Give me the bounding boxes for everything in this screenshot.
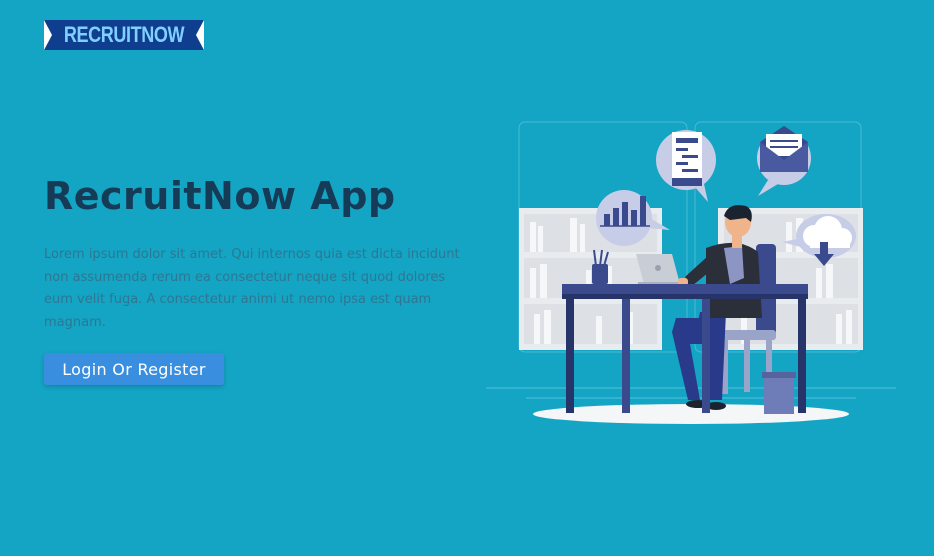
login-register-button[interactable]: Login Or Register	[44, 353, 224, 385]
brand-logo-text: RECRUITNOW	[63, 22, 185, 47]
chat-bubble-icon	[656, 130, 716, 202]
page-title: RecruitNow App	[44, 174, 396, 218]
hero-description: Lorem ipsum dolor sit amet. Qui internos…	[44, 247, 460, 330]
hero-illustration	[486, 118, 896, 430]
envelope-icon	[757, 126, 811, 196]
trash-bin-icon	[762, 372, 796, 414]
brand-logo[interactable]: RECRUITNOW	[44, 20, 204, 50]
